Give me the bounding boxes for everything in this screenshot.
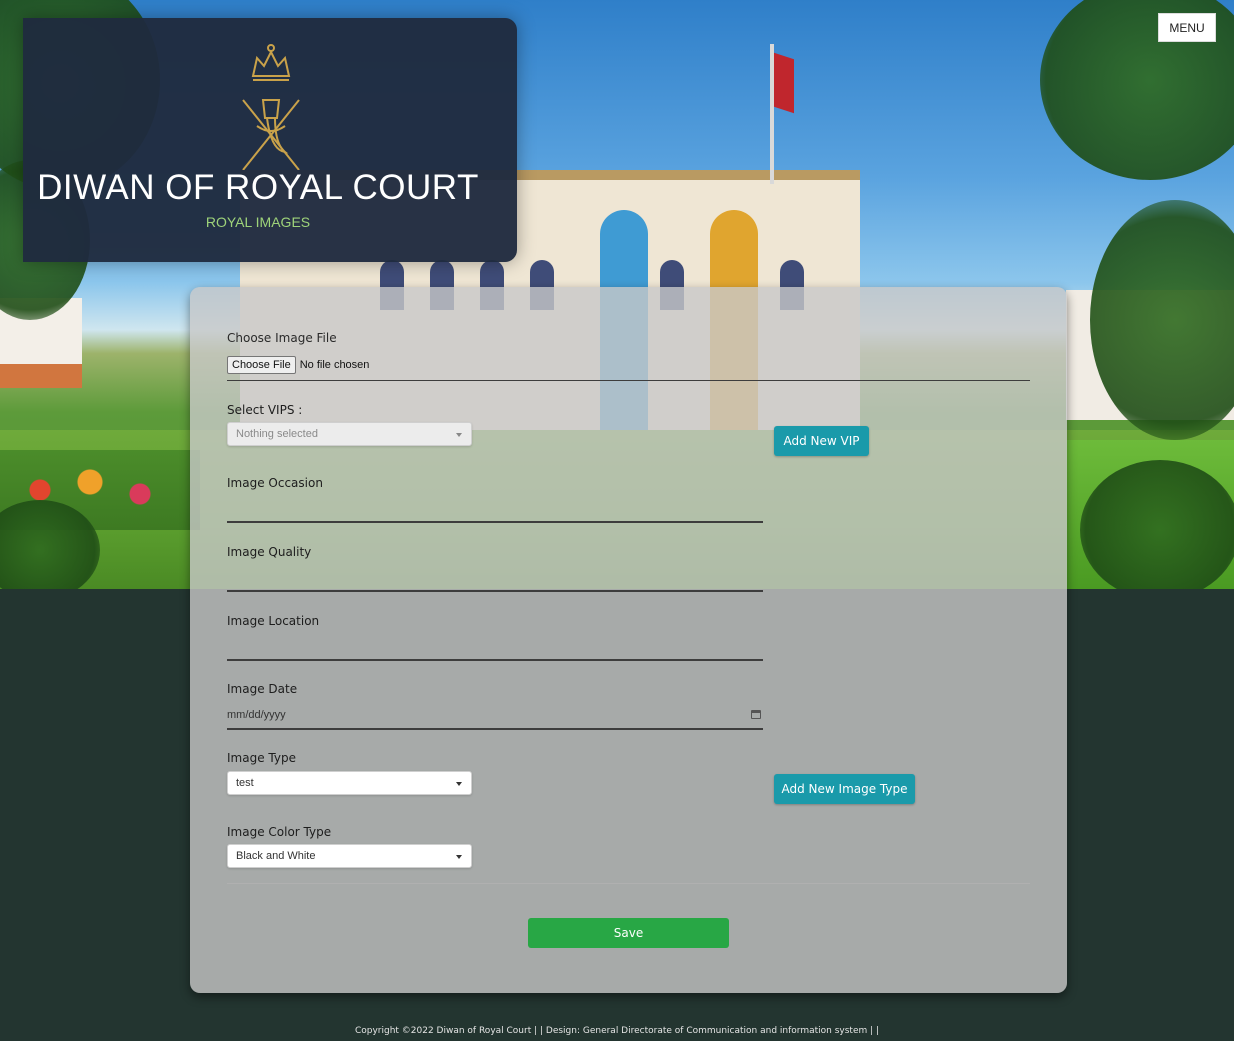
vips-select[interactable]: Nothing selected xyxy=(227,422,472,446)
file-underline xyxy=(227,380,1030,381)
form-divider xyxy=(227,883,1030,884)
quality-input[interactable] xyxy=(227,590,763,592)
date-input-placeholder[interactable]: mm/dd/yyyy xyxy=(227,709,286,721)
occasion-label: Image Occasion xyxy=(227,476,323,490)
image-type-selected: test xyxy=(236,777,254,789)
quality-label: Image Quality xyxy=(227,545,312,559)
image-type-label: Image Type xyxy=(227,751,296,765)
add-new-vip-button[interactable]: Add New VIP xyxy=(774,426,869,456)
choose-file-button[interactable]: Choose File xyxy=(227,356,296,374)
add-new-image-type-button[interactable]: Add New Image Type xyxy=(774,774,915,804)
color-type-label: Image Color Type xyxy=(227,825,332,839)
flag xyxy=(774,52,794,114)
file-status: No file chosen xyxy=(299,359,370,371)
chevron-down-icon xyxy=(456,782,462,786)
save-button[interactable]: Save xyxy=(528,918,729,948)
brand-header: DIWAN OF ROYAL COURT ROYAL IMAGES xyxy=(23,18,517,262)
location-input[interactable] xyxy=(227,659,763,661)
chevron-down-icon xyxy=(456,433,462,437)
file-label: Choose Image File xyxy=(227,331,337,345)
site-title: DIWAN OF ROYAL COURT xyxy=(37,168,479,207)
site-subtitle: ROYAL IMAGES xyxy=(205,214,311,230)
file-input[interactable]: Choose File No file chosen xyxy=(227,356,369,374)
vips-label: Select VIPS : xyxy=(227,403,303,417)
footer-copyright: Copyright ©2022 Diwan of Royal Court | |… xyxy=(354,1026,880,1036)
vips-select-placeholder: Nothing selected xyxy=(236,428,318,440)
khanjar-crown-emblem-icon xyxy=(242,44,300,170)
occasion-input[interactable] xyxy=(227,521,763,523)
calendar-icon[interactable] xyxy=(751,710,761,719)
chevron-down-icon xyxy=(456,855,462,859)
color-type-select[interactable]: Black and White xyxy=(227,844,472,868)
date-input[interactable] xyxy=(227,728,763,730)
date-label: Image Date xyxy=(227,682,298,696)
image-upload-form: Choose Image File Choose File No file ch… xyxy=(190,287,1067,993)
menu-button[interactable]: MENU xyxy=(1158,13,1216,42)
location-label: Image Location xyxy=(227,614,320,628)
color-type-selected: Black and White xyxy=(236,850,316,862)
image-type-select[interactable]: test xyxy=(227,771,472,795)
